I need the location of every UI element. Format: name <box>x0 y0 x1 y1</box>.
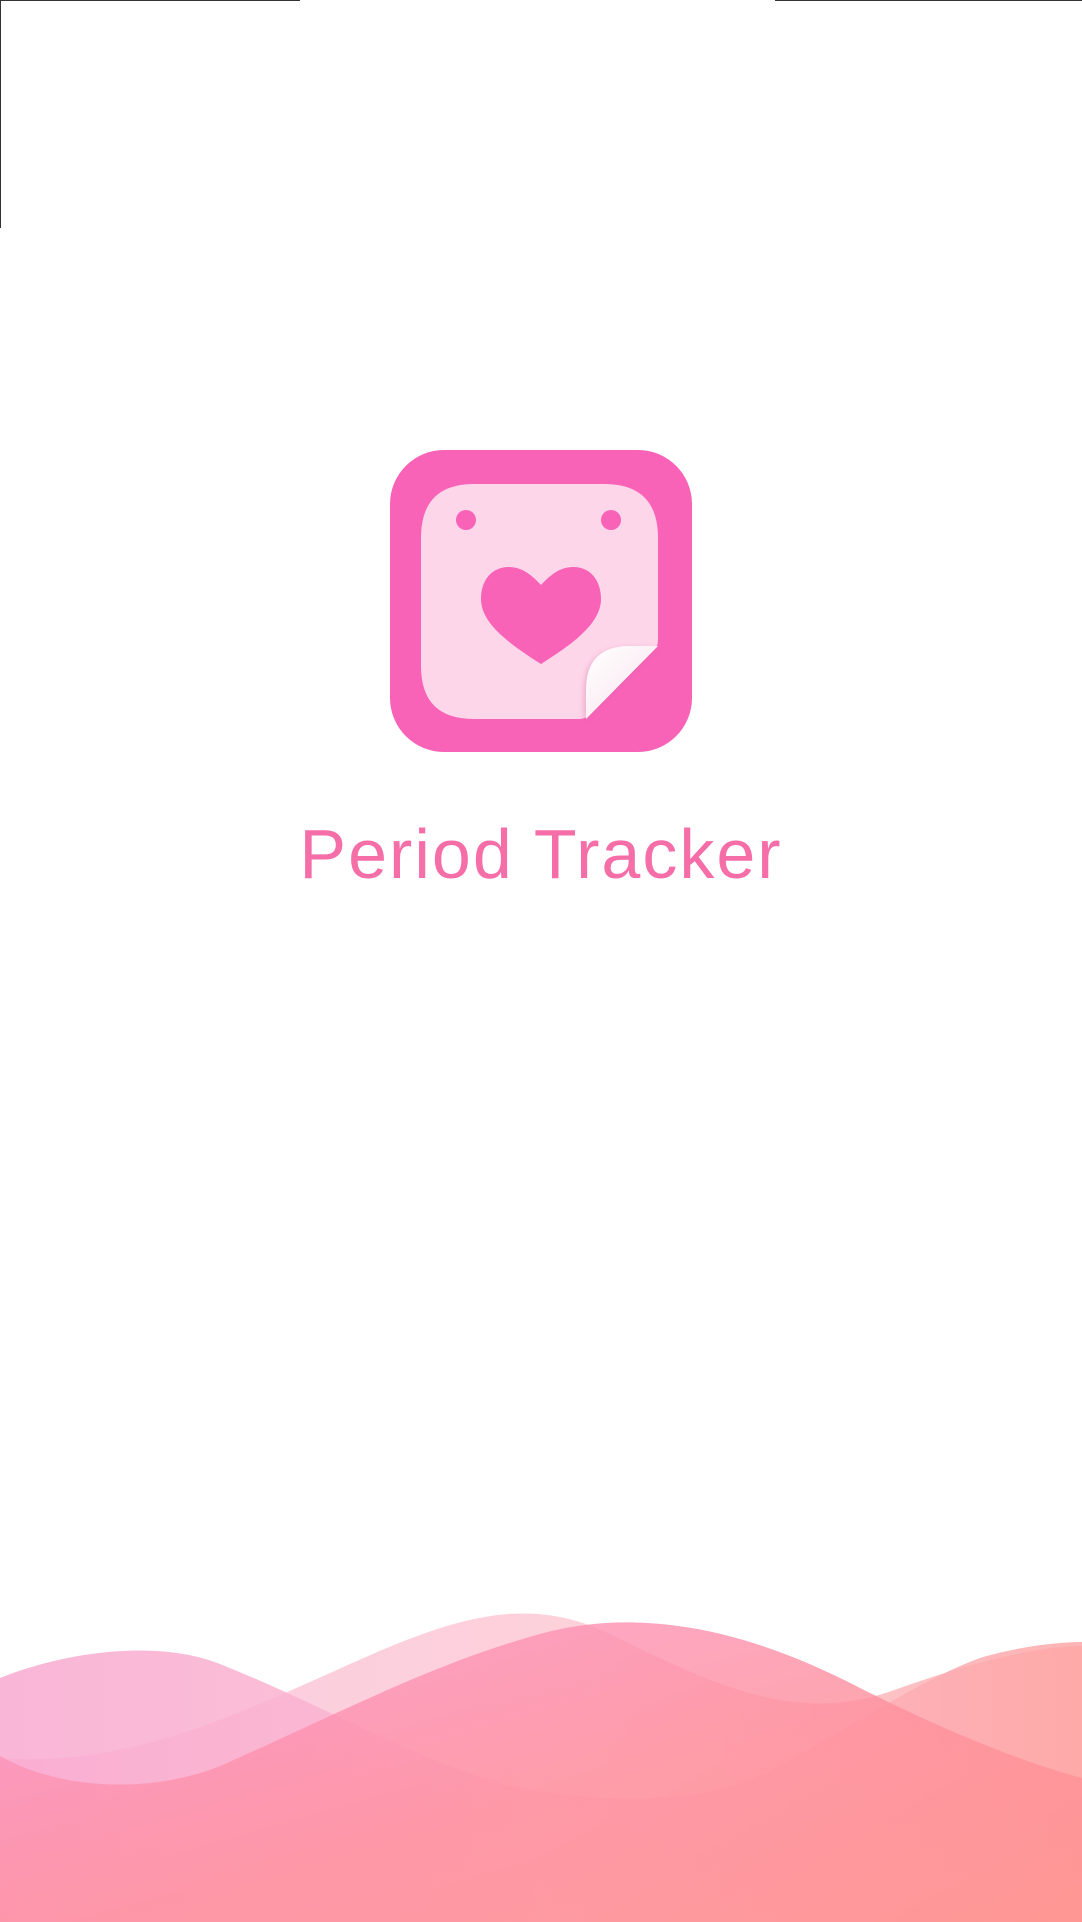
wave-background <box>0 1598 1082 1922</box>
calendar-heart-icon <box>390 450 692 752</box>
app-title: Period Tracker <box>299 815 783 893</box>
splash-screen: Period Tracker <box>0 0 1082 1922</box>
top-right-edge-line <box>775 0 1082 1</box>
left-edge-line <box>0 0 1 228</box>
top-left-edge-line <box>0 0 300 1</box>
